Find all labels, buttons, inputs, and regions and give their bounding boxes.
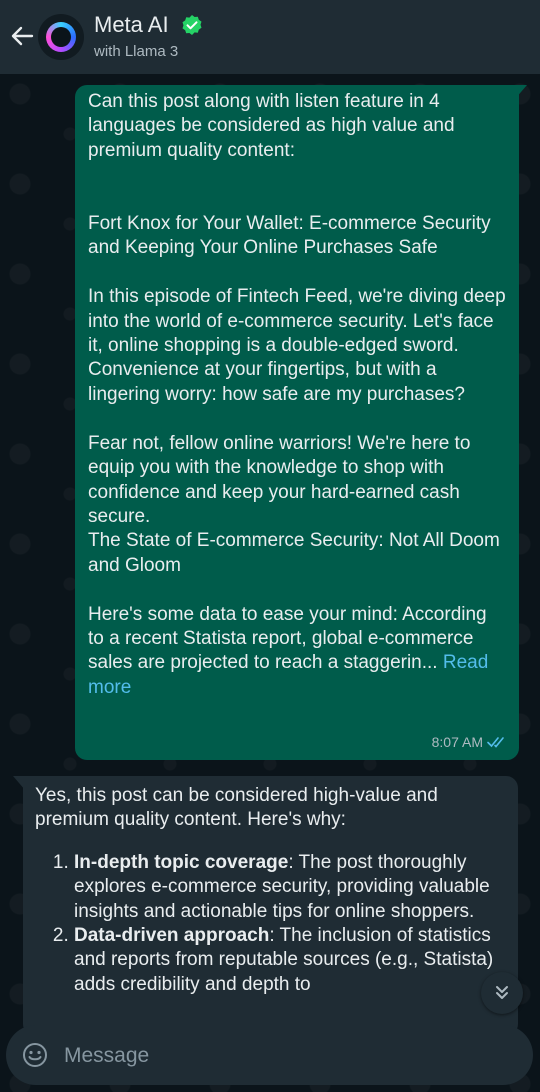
meta-ai-logo-icon <box>46 22 76 52</box>
incoming-message-bubble[interactable]: Yes, this post can be considered high-va… <box>23 776 518 1036</box>
outgoing-message-bubble[interactable]: Can this post along with listen feature … <box>75 85 519 760</box>
message-meta: 8:07 AM <box>432 730 507 754</box>
back-arrow-icon[interactable] <box>8 22 36 50</box>
point-title: In-depth topic coverage <box>74 851 289 873</box>
chat-header: Meta AI with Llama 3 <box>0 0 540 74</box>
point-title: Data-driven approach <box>74 925 270 947</box>
double-chevron-down-icon <box>496 986 508 999</box>
list-item: In-depth topic coverage: The post thorou… <box>74 851 506 924</box>
message-text: Can this post along with listen feature … <box>88 91 460 161</box>
message-composer <box>6 1025 533 1085</box>
message-input[interactable] <box>62 1035 506 1077</box>
avatar[interactable] <box>38 14 84 60</box>
message-text: In this episode of Fintech Feed, we're d… <box>88 286 506 405</box>
contact-subtitle: with Llama 3 <box>94 43 179 60</box>
reply-intro: Yes, this post can be considered high-va… <box>35 785 438 831</box>
message-text: Fort Knox for Your Wallet: E-commerce Se… <box>88 213 491 259</box>
verified-badge-icon <box>182 15 202 35</box>
emoji-icon[interactable] <box>22 1042 48 1068</box>
message-text-truncated: Here's some data to ease your mind: Acco… <box>88 603 487 674</box>
message-time: 8:07 AM <box>431 733 483 750</box>
message-text: Here's some data to ease your mind: Acco… <box>88 578 507 700</box>
read-receipt-icon <box>487 736 504 748</box>
contact-name[interactable]: Meta AI <box>94 12 169 38</box>
list-item: Data-driven approach: The inclusion of s… <box>74 924 506 997</box>
message-text: Fear not, fellow online warriors! We're … <box>88 432 500 576</box>
scroll-to-bottom-button[interactable] <box>481 972 523 1014</box>
reply-points-list: In-depth topic coverage: The post thorou… <box>35 851 506 997</box>
